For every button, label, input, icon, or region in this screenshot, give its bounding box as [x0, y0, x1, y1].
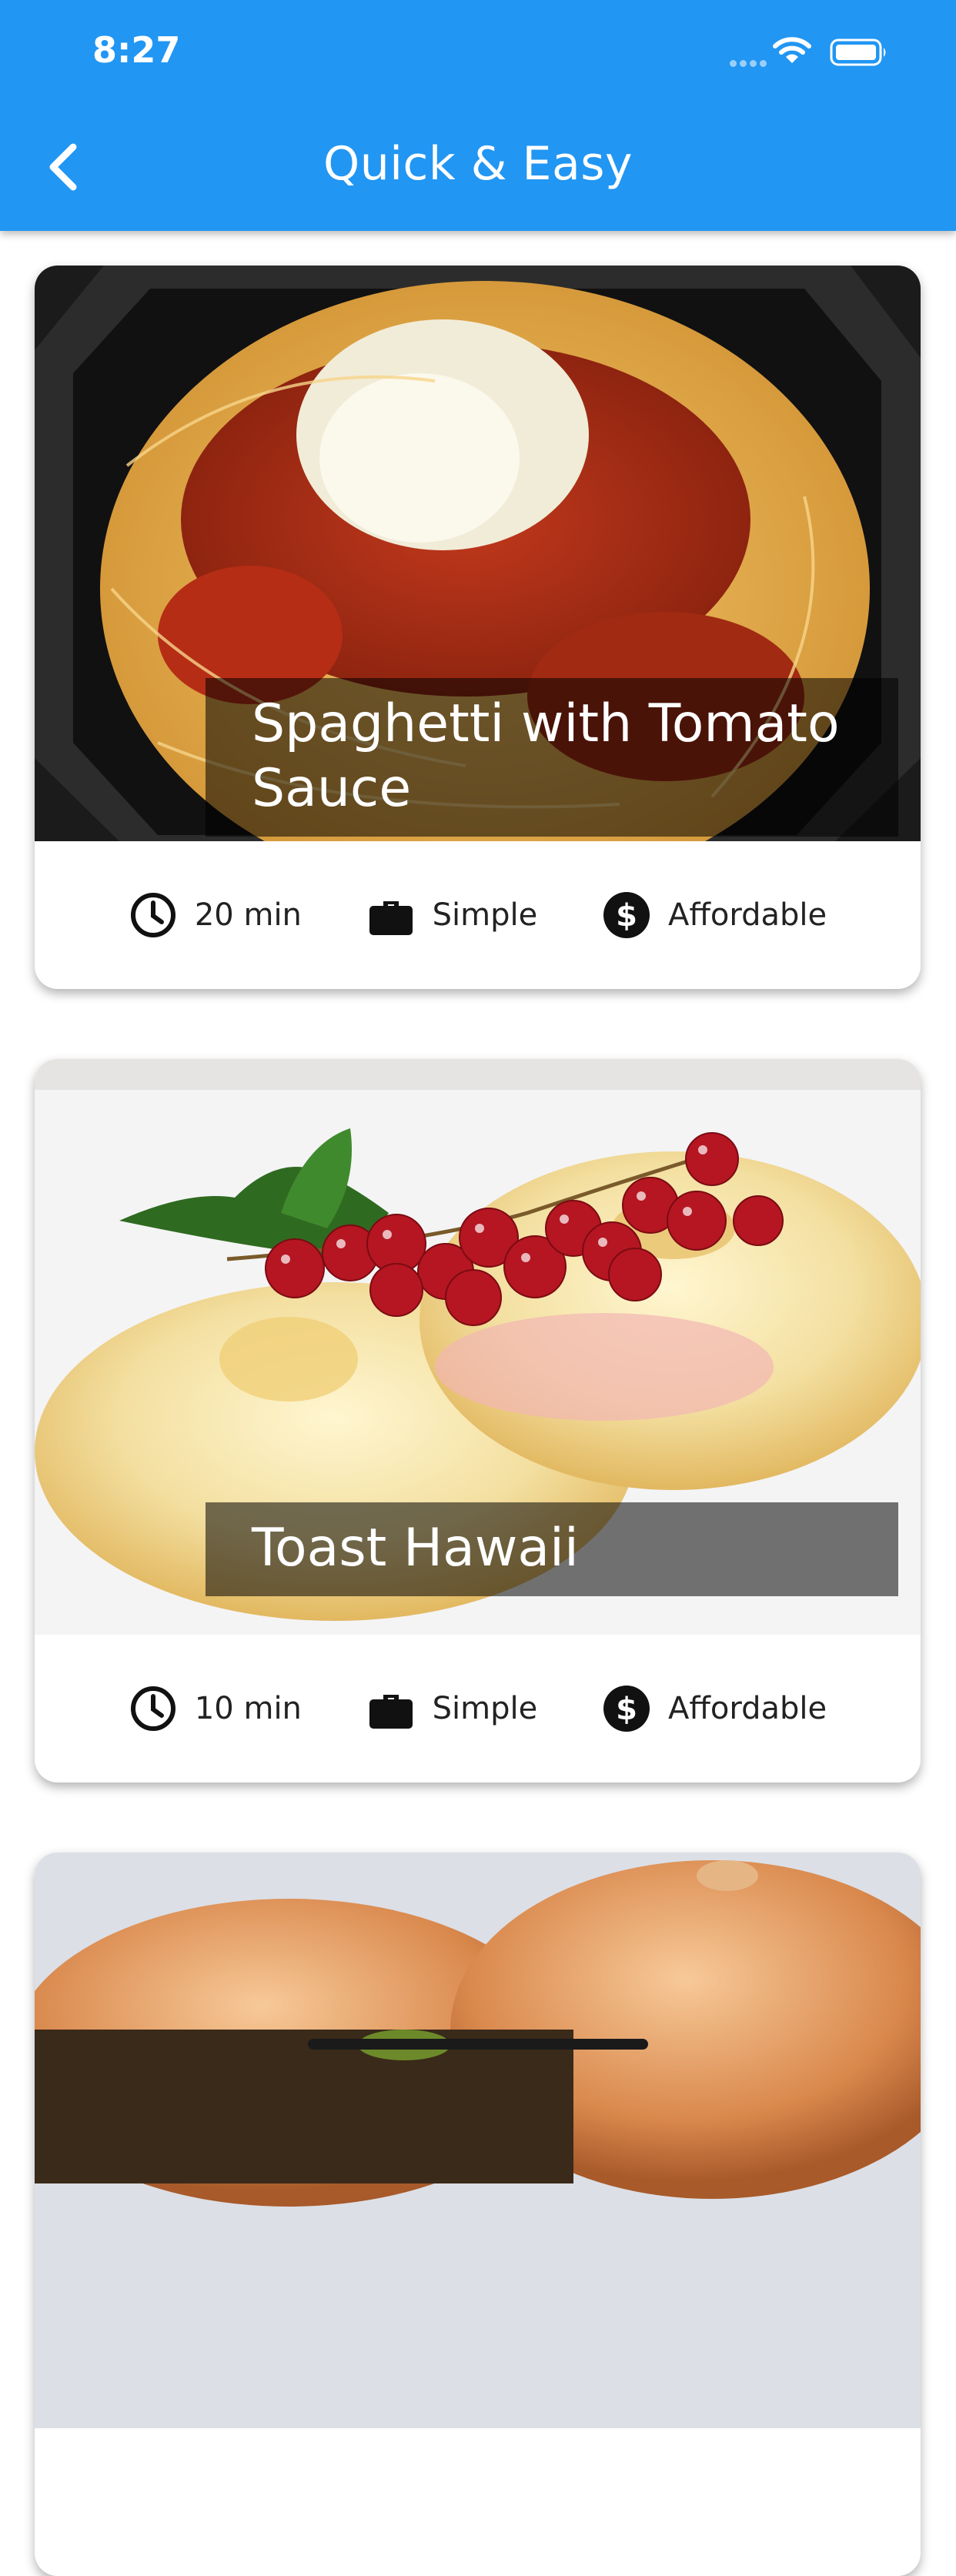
clock-icon: [130, 893, 175, 937]
dollar-icon: $: [603, 892, 650, 938]
clock-icon: [130, 1686, 175, 1731]
meal-title: Toast Hawaii: [252, 1518, 579, 1579]
briefcase-icon: [369, 1695, 413, 1729]
meal-title-overlay: Spaghetti with Tomato Sauce: [206, 678, 898, 837]
meal-duration: 10 min: [129, 1684, 302, 1733]
wifi-icon: [773, 37, 811, 63]
meal-meta-row: 20 min Simple $ Affordable: [35, 841, 921, 989]
briefcase-icon: [369, 901, 413, 935]
signal-icon: [730, 55, 770, 70]
app-bar: 8:27 Quick & Easy: [0, 0, 956, 231]
meal-complexity: Simple: [366, 890, 537, 940]
meal-card[interactable]: Toast Hawaii 10 min Simple $ Affordable: [35, 1059, 921, 1782]
status-time: 8:27: [92, 29, 181, 71]
svg-text:$: $: [616, 898, 637, 934]
meal-title-overlay: Toast Hawaii: [206, 1502, 898, 1596]
meal-meta-row: 10 min Simple $ Affordable: [35, 1635, 921, 1782]
meal-affordability: $ Affordable: [602, 1684, 827, 1733]
meal-card[interactable]: [35, 1853, 921, 2576]
meal-title: Spaghetti with Tomato Sauce: [252, 693, 840, 819]
meal-image: Spaghetti with Tomato Sauce: [35, 266, 921, 841]
status-icons: [725, 0, 956, 108]
meal-image: Toast Hawaii: [35, 1059, 921, 1635]
meal-duration: 20 min: [129, 890, 302, 940]
meal-affordability: $ Affordable: [602, 890, 827, 940]
dollar-icon: $: [603, 1686, 650, 1732]
home-indicator[interactable]: [308, 2039, 648, 2050]
meal-card[interactable]: Spaghetti with Tomato Sauce 20 min Simpl…: [35, 266, 921, 989]
svg-text:$: $: [616, 1692, 637, 1727]
meal-image: [35, 1853, 921, 2428]
page-title: Quick & Easy: [323, 137, 633, 191]
meal-complexity: Simple: [366, 1684, 537, 1733]
battery-icon: [830, 38, 886, 66]
